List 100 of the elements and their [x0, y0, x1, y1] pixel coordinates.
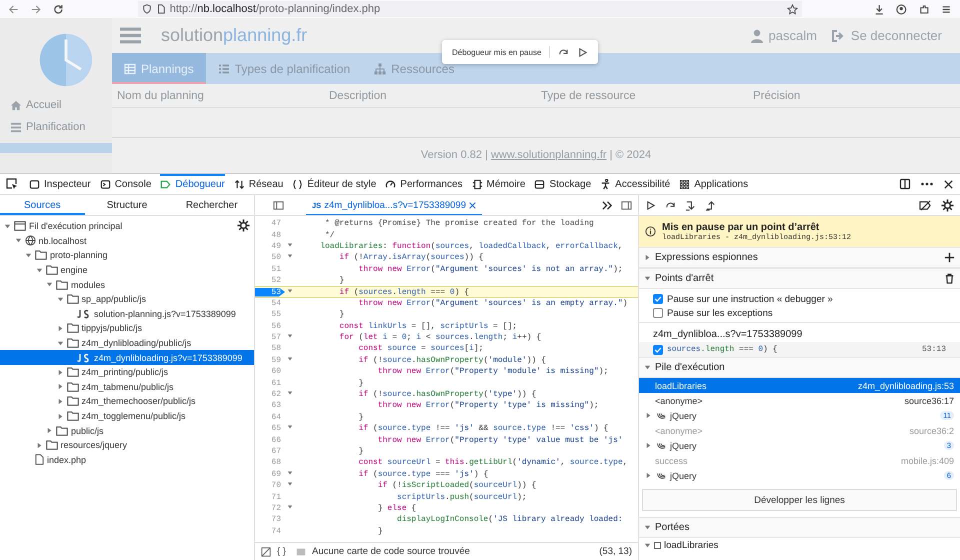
section-header[interactable]: Portées — [639, 517, 960, 538]
resume-icon[interactable] — [645, 200, 656, 210]
devtools-tab[interactable]: Performances — [385, 174, 463, 194]
fold-arrow-icon[interactable] — [287, 424, 293, 430]
disclosure-triangle-icon[interactable] — [56, 324, 64, 332]
fold-arrow-icon[interactable] — [287, 288, 293, 294]
devtools-tab[interactable]: Accessibilité — [600, 174, 670, 194]
disclosure-triangle-icon[interactable] — [644, 542, 651, 548]
shield-icon[interactable] — [142, 4, 152, 14]
settings-icon[interactable] — [941, 198, 954, 212]
line-number[interactable]: 59 — [255, 356, 285, 365]
disclosure-triangle-icon[interactable] — [36, 266, 42, 274]
tree-item[interactable]: z4m_dynlibloading.js?v=1753389099 — [0, 350, 254, 365]
sidebar-toggle-icon[interactable] — [273, 200, 284, 210]
tree-item[interactable]: z4m_dynlibloading/public/js — [0, 336, 254, 350]
tree-item[interactable]: sp_app/public/js — [0, 292, 254, 307]
line-number[interactable]: 48 — [255, 230, 285, 240]
fold-arrow-icon[interactable] — [287, 504, 293, 510]
disclosure-triangle-icon[interactable] — [56, 412, 64, 420]
more-tabs-icon[interactable] — [602, 200, 613, 210]
stack-frame[interactable]: loadLibraries z4m_dynlibloading.js:53 — [639, 378, 960, 393]
disclosure-triangle-icon[interactable] — [14, 237, 22, 244]
download-icon[interactable] — [874, 4, 884, 14]
line-number[interactable]: 63 — [255, 401, 285, 410]
step-out-icon[interactable] — [705, 200, 716, 210]
line-number[interactable]: 72 — [255, 504, 285, 513]
sources-tab[interactable]: Structure — [84, 195, 170, 215]
tree-item[interactable]: index.php — [0, 452, 254, 468]
line-number[interactable]: 61 — [255, 378, 285, 388]
account-icon[interactable] — [896, 4, 907, 14]
step-in-icon[interactable] — [685, 200, 696, 210]
line-number[interactable]: 70 — [255, 481, 285, 490]
disclosure-triangle-icon[interactable] — [644, 275, 651, 282]
fold-arrow-icon[interactable] — [287, 390, 293, 396]
stack-frame[interactable]: <anonyme> source36:2 — [639, 423, 960, 438]
tree-item[interactable]: resources/jquery — [0, 438, 254, 452]
dock-icon[interactable] — [899, 178, 911, 190]
pretty-print-button[interactable]: { } — [277, 546, 286, 557]
resume-icon[interactable] — [577, 46, 588, 58]
scope-item[interactable]: loadLibraries — [639, 538, 960, 552]
tree-item[interactable]: Fil d'exécution principal — [0, 219, 254, 234]
menu-icon[interactable] — [941, 4, 952, 14]
line-number[interactable]: 49 — [255, 242, 285, 251]
disclosure-triangle-icon[interactable] — [46, 427, 53, 434]
tree-item[interactable]: modules — [0, 277, 254, 292]
line-number[interactable]: 71 — [255, 492, 285, 502]
line-number[interactable]: 64 — [255, 412, 285, 422]
extensions-icon[interactable] — [918, 4, 930, 14]
line-number[interactable]: 69 — [255, 470, 285, 479]
tree-item[interactable]: tippyjs/public/js — [0, 321, 254, 336]
line-number[interactable]: 68 — [255, 458, 285, 468]
tree-item[interactable]: z4m_printing/public/js — [0, 364, 254, 380]
disclosure-triangle-icon[interactable] — [56, 368, 64, 376]
line-number[interactable]: 57 — [255, 333, 285, 342]
disclosure-triangle-icon[interactable] — [56, 383, 64, 390]
checkbox[interactable] — [653, 344, 663, 354]
reload-icon[interactable] — [53, 4, 64, 14]
deactivate-breakpoints-icon[interactable] — [919, 200, 932, 210]
element-picker-icon[interactable] — [6, 178, 18, 190]
section-header[interactable]: Pile d'exécution — [639, 357, 960, 378]
disclosure-triangle-icon[interactable] — [46, 281, 53, 288]
line-number[interactable]: 47 — [255, 219, 285, 228]
sources-tab[interactable]: Rechercher — [169, 195, 254, 215]
add-icon[interactable] — [944, 252, 955, 263]
line-number[interactable]: 62 — [255, 390, 285, 400]
line-number[interactable]: 53 — [255, 288, 285, 297]
disclosure-triangle-icon[interactable] — [644, 364, 651, 371]
trash-icon[interactable] — [944, 273, 955, 284]
address-bar[interactable]: http://nb.localhost/proto-planning/index.php — [138, 1, 802, 17]
step-over-icon[interactable] — [665, 200, 676, 210]
disclosure-triangle-icon[interactable] — [644, 524, 651, 531]
devtools-tab[interactable]: Inspecteur — [29, 174, 91, 194]
checkbox[interactable] — [653, 294, 663, 304]
disclosure-triangle-icon[interactable] — [36, 442, 42, 449]
line-number[interactable]: 52 — [255, 276, 285, 286]
pretty-print-off-icon[interactable] — [261, 546, 271, 556]
disclosure-triangle-icon[interactable] — [644, 254, 651, 261]
tree-item[interactable]: z4m_tabmenu/public/js — [0, 380, 254, 394]
tree-item[interactable]: nb.localhost — [0, 234, 254, 248]
line-number[interactable]: 60 — [255, 367, 285, 376]
devtools-tab[interactable]: Console — [100, 174, 152, 194]
star-icon[interactable] — [786, 4, 798, 14]
tree-item[interactable]: z4m_togglemenu/public/js — [0, 408, 254, 424]
tree-item[interactable]: engine — [0, 262, 254, 278]
line-number[interactable]: 51 — [255, 264, 285, 274]
devtools-tab[interactable]: Stockage — [534, 174, 592, 194]
checkbox[interactable] — [653, 308, 663, 318]
tree-item[interactable]: z4m_themechooser/public/js — [0, 394, 254, 409]
devtools-tab[interactable]: Mémoire — [472, 174, 526, 194]
devtools-tab[interactable]: Éditeur de style — [292, 174, 376, 194]
line-number[interactable]: 67 — [255, 447, 285, 456]
back-icon[interactable] — [8, 4, 19, 14]
disclosure-triangle-icon[interactable] — [645, 472, 652, 479]
panel-toggle-icon[interactable] — [621, 200, 632, 210]
line-number[interactable]: 74 — [255, 526, 285, 536]
close-icon[interactable] — [943, 178, 954, 190]
line-number[interactable]: 58 — [255, 344, 285, 354]
stack-frame[interactable]: <anonyme> source36:17 — [639, 393, 960, 408]
line-number[interactable]: 54 — [255, 298, 285, 308]
devtools-tab[interactable]: Réseau — [234, 174, 284, 194]
